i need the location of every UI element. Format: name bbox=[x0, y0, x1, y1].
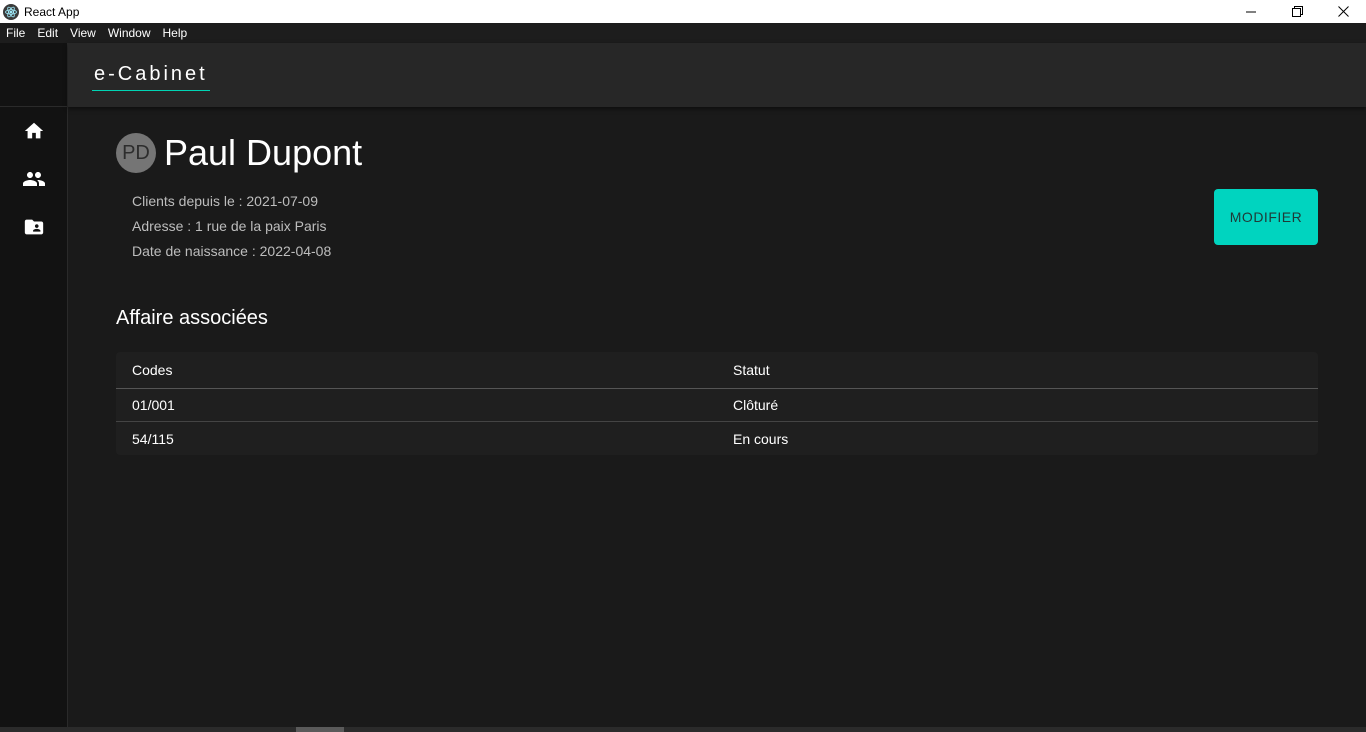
client-detail-page: PD Paul Dupont Clients depuis le : 2021-… bbox=[68, 107, 1366, 727]
table-row[interactable]: 54/115 En cours bbox=[116, 422, 1318, 455]
minimize-icon bbox=[1246, 11, 1256, 12]
sidebar-item-clients[interactable] bbox=[0, 155, 68, 203]
contact-folder-icon bbox=[24, 219, 44, 235]
app-header: e-Cabinet bbox=[68, 43, 1366, 107]
client-info: Clients depuis le : 2021-07-09 Adresse :… bbox=[132, 189, 331, 264]
client-birth-date: Date de naissance : 2022-04-08 bbox=[132, 243, 332, 259]
menu-bar: File Edit View Window Help bbox=[0, 23, 1366, 43]
sidebar-header bbox=[0, 43, 67, 107]
people-icon bbox=[23, 172, 45, 186]
electron-app-icon bbox=[3, 3, 19, 20]
case-code: 01/001 bbox=[132, 397, 175, 413]
restore-button[interactable] bbox=[1274, 0, 1320, 23]
menu-view[interactable]: View bbox=[64, 23, 102, 43]
table-row[interactable]: 01/001 Clôturé bbox=[116, 389, 1318, 422]
client-since: Clients depuis le : 2021-07-09 bbox=[132, 193, 319, 209]
window-title: React App bbox=[24, 4, 80, 19]
scrollbar-thumb[interactable] bbox=[296, 727, 344, 732]
case-code: 54/115 bbox=[132, 430, 174, 447]
table-header-row: Codes Statut bbox=[116, 352, 1318, 389]
modify-button[interactable]: MODIFIER bbox=[1214, 189, 1318, 245]
sidebar bbox=[0, 43, 68, 732]
window-title-bar: React App bbox=[0, 0, 1366, 23]
case-status: En cours bbox=[733, 430, 789, 447]
sidebar-item-home[interactable] bbox=[0, 107, 68, 155]
column-header-status[interactable]: Statut bbox=[717, 362, 1318, 378]
home-icon bbox=[24, 122, 44, 139]
avatar: PD bbox=[116, 133, 156, 173]
close-icon bbox=[1337, 6, 1349, 17]
menu-help[interactable]: Help bbox=[157, 23, 194, 43]
restore-icon bbox=[1291, 6, 1303, 17]
brand-logo[interactable]: e-Cabinet bbox=[92, 63, 210, 91]
minimize-button[interactable] bbox=[1228, 0, 1274, 23]
horizontal-scrollbar[interactable] bbox=[0, 727, 1366, 732]
cases-section-title: Affaire associées bbox=[116, 307, 268, 329]
menu-window[interactable]: Window bbox=[102, 23, 157, 43]
close-button[interactable] bbox=[1320, 0, 1366, 23]
column-header-codes[interactable]: Codes bbox=[116, 362, 717, 378]
case-status: Clôturé bbox=[733, 397, 779, 413]
menu-edit[interactable]: Edit bbox=[31, 23, 64, 43]
client-name: Paul Dupont bbox=[164, 132, 363, 173]
menu-file[interactable]: File bbox=[0, 23, 31, 43]
sidebar-item-cases[interactable] bbox=[0, 203, 68, 251]
cases-table: Codes Statut 01/001 Clôturé 54/115 En co… bbox=[116, 352, 1318, 455]
client-address: Adresse : 1 rue de la paix Paris bbox=[132, 218, 327, 234]
client-heading: PD Paul Dupont bbox=[116, 132, 362, 174]
